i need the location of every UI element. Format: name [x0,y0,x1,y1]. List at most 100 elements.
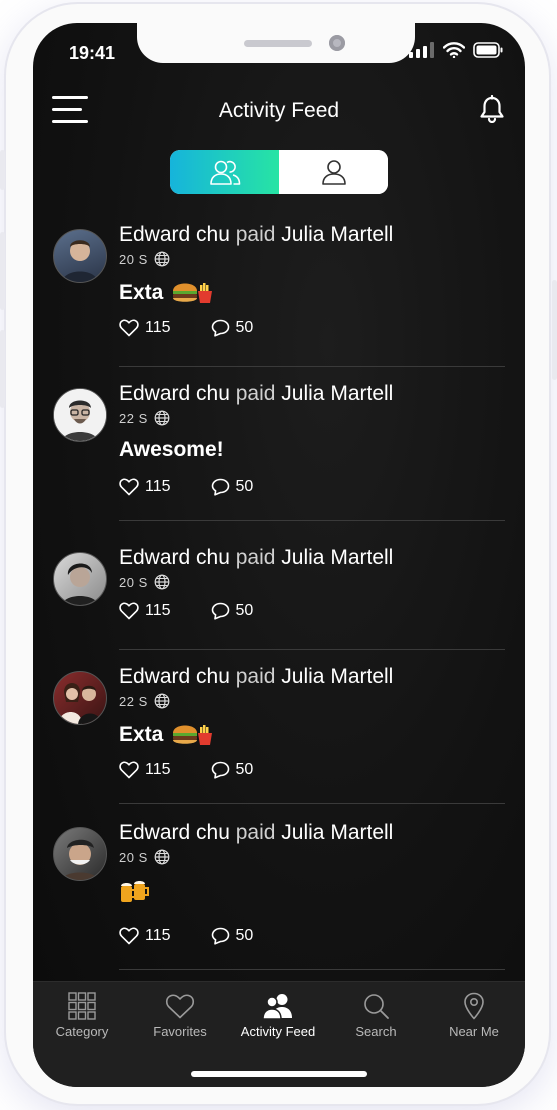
tab-near-me[interactable]: Near Me [425,992,523,1052]
group-icon [262,994,292,1020]
divider [119,803,505,804]
notch [137,23,415,63]
comment-icon [211,602,229,620]
volume-down-button [0,330,5,408]
post-actions: 115 50 [119,927,253,945]
comment-count: 50 [235,761,254,778]
like-button[interactable]: 115 [119,927,171,945]
globe-icon [154,693,170,709]
transaction-verb: paid [235,665,276,688]
avatar[interactable] [53,827,107,881]
timestamp: 20 S [119,849,148,865]
like-button[interactable]: 115 [119,761,171,779]
like-button[interactable]: 115 [119,602,171,620]
home-indicator[interactable] [191,1071,367,1077]
recipient-name[interactable]: Julia Martell [281,223,393,246]
transaction-text: Edward chu paid Julia Martell [119,665,393,689]
comment-count: 50 [235,927,254,944]
recipient-name[interactable]: Julia Martell [281,382,393,405]
post-meta: 22 S [119,693,170,709]
speaker [244,40,312,47]
sender-name[interactable]: Edward chu [119,382,230,405]
divider [119,520,505,521]
comment-button[interactable]: 50 [211,761,254,779]
message-text: Exta [119,281,164,304]
timestamp: 22 S [119,410,148,426]
group-icon [209,160,240,185]
volume-up-button [0,232,5,310]
post-meta: 22 S [119,410,170,426]
comment-count: 50 [235,319,254,336]
signal-icon [409,42,434,58]
beer-mugs-emoji-icon [121,881,149,902]
post-meta: 20 S [119,849,170,865]
like-count: 115 [145,761,171,778]
post-meta: 20 S [119,574,170,590]
recipient-name[interactable]: Julia Martell [281,665,393,688]
power-button [552,280,557,380]
tab-label: Favorites [153,1024,207,1039]
transaction-text: Edward chu paid Julia Martell [119,223,393,247]
sender-name[interactable]: Edward chu [119,223,230,246]
tab-label: Near Me [449,1024,499,1039]
avatar[interactable] [53,229,107,283]
transaction-text: Edward chu paid Julia Martell [119,546,393,570]
recipient-name[interactable]: Julia Martell [281,821,393,844]
tab-label: Category [55,1024,109,1039]
divider [119,366,505,367]
recipient-name[interactable]: Julia Martell [281,546,393,569]
globe-icon [154,410,170,426]
transaction-text: Edward chu paid Julia Martell [119,821,393,845]
transaction-text: Edward chu paid Julia Martell [119,382,393,406]
notification-bell-icon[interactable] [479,95,505,123]
divider [119,649,505,650]
tab-label: Activity Feed [240,1024,316,1039]
avatar[interactable] [53,388,107,442]
sender-name[interactable]: Edward chu [119,821,230,844]
comment-button[interactable]: 50 [211,319,254,337]
mute-switch [0,150,5,190]
transaction-verb: paid [235,223,276,246]
comment-icon [211,927,229,945]
person-icon [321,160,346,185]
timestamp: 22 S [119,693,148,709]
globe-icon [154,849,170,865]
globe-icon [154,574,170,590]
comment-button[interactable]: 50 [211,602,253,620]
sender-name[interactable]: Edward chu [119,665,230,688]
like-count: 115 [145,319,171,336]
post-actions: 115 50 [119,319,253,337]
tab-favorites[interactable]: Favorites [131,992,229,1052]
message-text: Awesome! [119,438,224,461]
page-title: Activity Feed [218,99,340,122]
avatar[interactable] [53,552,107,606]
like-button[interactable]: 115 [119,478,171,496]
search-icon [364,994,389,1019]
burger-fries-emoji-icon [173,725,213,745]
toggle-group-feed[interactable] [170,150,279,194]
tab-category[interactable]: Category [33,992,131,1052]
toggle-personal-feed[interactable] [279,150,388,194]
post-message: Exta [119,279,215,307]
heart-icon [119,478,139,496]
comment-icon [211,319,229,337]
heart-icon [119,319,139,337]
comment-button[interactable]: 50 [211,927,254,945]
wifi-icon [443,42,465,58]
grid-icon [68,992,96,1020]
tab-activity-feed[interactable]: Activity Feed [229,992,327,1052]
like-count: 115 [145,602,171,619]
comment-icon [211,761,229,779]
battery-icon [473,42,503,58]
sender-name[interactable]: Edward chu [119,546,230,569]
heart-icon [165,994,195,1019]
tab-search[interactable]: Search [327,992,425,1052]
avatar[interactable] [53,671,107,725]
location-pin-icon [464,992,484,1020]
heart-icon [119,761,139,779]
like-button[interactable]: 115 [119,319,171,337]
comment-button[interactable]: 50 [211,478,253,496]
like-count: 115 [145,478,171,495]
globe-icon [154,251,170,267]
front-camera [329,35,345,51]
